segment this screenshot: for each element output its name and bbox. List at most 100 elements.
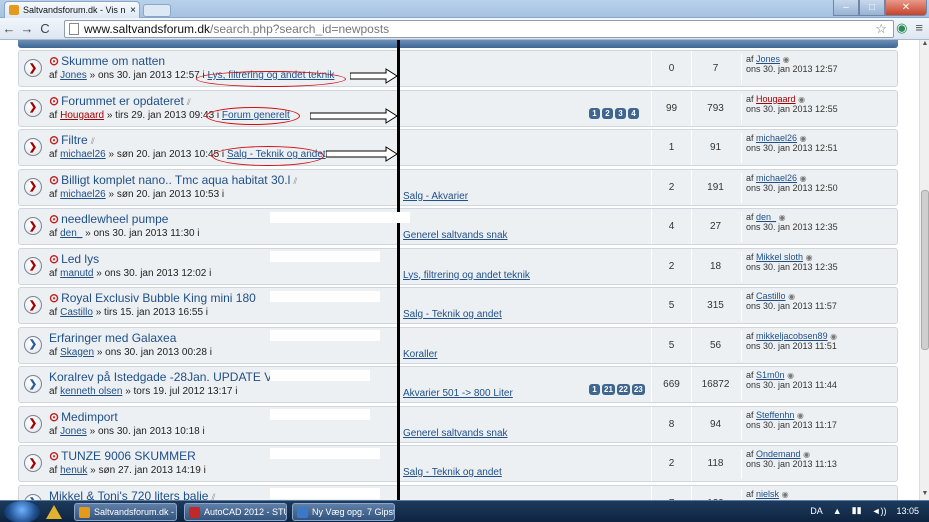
taskbar-item[interactable]: Saltvandsforum.dk - ... [74,503,177,521]
topic-status-icon[interactable]: ❯ [24,177,42,196]
volume-icon[interactable]: ◄)) [872,506,887,516]
topic-row[interactable]: ❯ Erfaringer med Galaxea af Skagen » ons 3… [18,326,898,364]
topic-title-link[interactable]: Filtre [61,133,88,147]
tray-arrow-icon[interactable]: ▲ [833,506,842,516]
new-post-icon[interactable]: ⊙ [49,212,59,226]
tab-close-icon[interactable]: × [127,5,139,16]
topic-title-link[interactable]: Billigt komplet nano.. Tmc aqua habitat … [61,173,290,187]
scroll-down-icon[interactable]: ▼ [920,490,929,500]
back-button[interactable]: ← [0,21,18,36]
topic-row[interactable]: ❯ ⊙ Led lys af manutd » ons 30. jan 2013 12… [18,247,898,285]
topic-author-link[interactable]: henuk [60,465,87,476]
new-post-icon[interactable]: ⊙ [49,449,59,463]
topic-title-link[interactable]: Royal Exclusiv Bubble King mini 180 [61,291,256,305]
page-link[interactable]: 4 [628,107,639,119]
topic-status-icon[interactable]: ❯ [24,256,42,275]
topic-forum-link[interactable]: Salg - Teknik og andet [403,309,502,320]
last-post-author-link[interactable]: Steffenhn [756,410,794,420]
topic-status-icon[interactable]: ❯ [24,296,42,314]
topic-title-link[interactable]: Erfaringer med Galaxea [49,331,176,345]
topic-row[interactable]: ❯ ⊙ Billigt komplet nano.. Tmc aqua habita… [18,168,898,206]
page-link[interactable]: 22 [616,384,630,395]
topic-forum-link[interactable]: Koraller [403,349,437,360]
topic-author-link[interactable]: Skagen [60,347,94,358]
topic-row[interactable]: ❯Mikkel & Toni's 720 liters balje⫽7139af… [18,484,898,501]
view-latest-post-icon[interactable]: ◉ [783,55,790,64]
view-latest-post-icon[interactable]: ◉ [798,95,805,104]
topic-row[interactable]: ❯ Koralrev på Istedgade -28Jan. UPDATE VI… [18,366,898,403]
page-scrollbar[interactable]: ▲ ▼ [919,40,929,500]
topic-author-link[interactable]: Castillo [60,307,93,318]
scroll-up-icon[interactable]: ▲ [920,40,929,50]
page-link[interactable]: 23 [631,384,645,395]
view-latest-post-icon[interactable]: ◉ [803,450,810,459]
view-latest-post-icon[interactable]: ◉ [800,174,807,183]
page-link[interactable]: 21 [602,384,615,395]
last-post-author-link[interactable]: S1m0n [756,370,785,380]
scroll-thumb[interactable] [921,190,929,350]
minimize-button[interactable]: – [833,0,859,16]
topic-row[interactable]: ❯ ⊙ Forummet er opdateret ⫽ af Hougaard » ti… [18,89,898,127]
view-latest-post-icon[interactable]: ◉ [788,292,795,301]
topic-title-link[interactable]: Medimport [61,410,118,424]
topic-status-icon[interactable]: ❯ [24,217,42,235]
last-post-author-link[interactable]: den_ [756,212,776,222]
topic-row[interactable]: ❯ ⊙ Skumme om natten af Jones » ons 30. jan… [18,50,898,87]
page-link[interactable]: 1 [589,384,600,395]
last-post-author-link[interactable]: michael26 [756,133,797,143]
extension-eye-icon[interactable]: ◉ [896,20,907,36]
topic-author-link[interactable]: Jones [60,426,87,437]
network-icon[interactable]: ▮▮ [852,505,862,516]
page-link[interactable]: 3 [615,107,626,119]
new-tab-button[interactable] [143,4,171,17]
topic-forum-link[interactable]: Salg - Teknik og andet [403,467,502,478]
new-post-icon[interactable]: ⊙ [49,173,59,187]
quicklaunch-icon[interactable] [46,505,62,519]
topic-author-link[interactable]: manutd [60,268,93,279]
view-latest-post-icon[interactable]: ◉ [787,371,794,380]
address-bar[interactable]: www.saltvandsforum.dk/search.php?search_… [64,20,894,38]
new-post-icon[interactable]: ⊙ [49,54,59,68]
wrench-menu-icon[interactable]: ≡ [915,20,923,36]
clock[interactable]: 13:05 [896,506,919,516]
topic-title-link[interactable]: needlewheel pumpe [61,212,168,226]
view-latest-post-icon[interactable]: ◉ [806,253,813,262]
topic-title-link[interactable]: Koralrev på Istedgade -28Jan. UPDATE VID… [49,370,305,384]
taskbar-item[interactable]: AutoCAD 2012 - STU... [184,503,287,521]
topic-row[interactable]: ❯ ⊙ Royal Exclusiv Bubble King mini 180 af … [18,287,898,324]
last-post-author-link[interactable]: nielsk [756,489,779,499]
new-post-icon[interactable]: ⊙ [49,291,59,305]
reload-button[interactable]: C [36,21,54,36]
topic-row[interactable]: ❯ ⊙ Medimport af Jones » ons 30. jan 2013 1… [18,405,898,443]
page-link[interactable]: 2 [602,107,613,119]
topic-row[interactable]: ❯ ⊙ TUNZE 9006 SKUMMER af henuk » søn 27. j… [18,445,898,482]
topic-row[interactable]: ❯ ⊙ needlewheel pumpe af den_ » ons 30. jan… [18,208,898,245]
new-post-icon[interactable]: ⊙ [49,410,59,424]
topic-status-icon[interactable]: ❯ [24,454,42,472]
close-window-button[interactable]: ✕ [885,0,927,16]
topic-title-link[interactable]: Led lys [61,252,99,266]
view-latest-post-icon[interactable]: ◉ [830,332,837,341]
last-post-author-link[interactable]: Castillo [756,291,786,301]
taskbar-item[interactable]: Ny Væg opg. 7 Gipsti... [292,503,395,521]
topic-status-icon[interactable]: ❯ [24,375,42,393]
topic-forum-link[interactable]: Akvarier 501 -> 800 Liter [403,388,513,399]
topic-row[interactable]: ❯ ⊙ Filtre ⫽ af michael26 » søn 20. jan 2013… [18,129,898,166]
view-latest-post-icon[interactable]: ◉ [779,213,786,222]
topic-status-icon[interactable]: ❯ [24,59,42,77]
topic-forum-link[interactable]: Lys, filtrering og andet teknik [403,270,530,281]
last-post-author-link[interactable]: Hougaard [756,94,796,104]
topic-author-link[interactable]: Hougaard [60,110,104,121]
topic-title-link[interactable]: Mikkel & Toni's 720 liters balje [49,489,208,501]
topic-author-link[interactable]: Jones [60,70,87,81]
topic-title-link[interactable]: Skumme om natten [61,54,165,68]
last-post-author-link[interactable]: mikkeljacobsen89 [756,331,828,341]
new-post-icon[interactable]: ⊙ [49,94,59,108]
topic-status-icon[interactable]: ❯ [24,98,42,117]
topic-forum-link[interactable]: Generel saltvands snak [403,428,508,439]
forward-button[interactable]: → [18,21,36,36]
view-latest-post-icon[interactable]: ◉ [800,134,807,143]
new-post-icon[interactable]: ⊙ [49,133,59,147]
page-link[interactable]: 1 [589,107,600,119]
browser-tab[interactable]: Saltvandsforum.dk - Vis n × [4,1,140,18]
